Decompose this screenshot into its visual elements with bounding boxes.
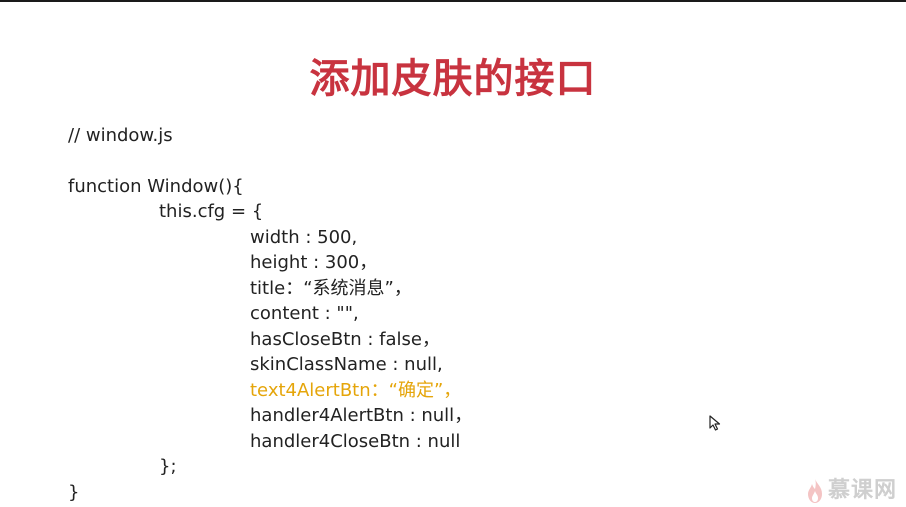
code-line-skinclassname: skinClassName : null, (250, 354, 443, 375)
logo-text: 慕课网 (828, 478, 898, 503)
code-line-title: title：“系统消息”， (250, 278, 412, 299)
code-line-function-close: } (68, 482, 80, 503)
code-line-cfg-open: this.cfg = { (159, 201, 264, 222)
code-line-handler4alertbtn: handler4AlertBtn : null， (250, 405, 473, 426)
code-line-comment: // window.js (68, 125, 173, 146)
code-line-function: function Window(){ (68, 176, 244, 197)
code-line-text4alertbtn: text4AlertBtn：“确定”， (250, 380, 462, 401)
code-line-height: height : 300， (250, 252, 378, 273)
code-line-hasclosebtn: hasCloseBtn : false， (250, 329, 440, 350)
code-line-handler4closebtn: handler4CloseBtn : null (250, 431, 461, 452)
slide-title: 添加皮肤的接口 (309, 56, 597, 102)
watermark-logo: 慕课网 (806, 477, 897, 505)
code-line-content: content : "", (250, 303, 359, 324)
code-line-width: width : 500, (250, 227, 358, 248)
flame-icon (808, 479, 822, 503)
top-border (0, 0, 906, 2)
code-line-cfg-close: }; (159, 456, 177, 477)
mouse-pointer-icon (709, 415, 721, 431)
